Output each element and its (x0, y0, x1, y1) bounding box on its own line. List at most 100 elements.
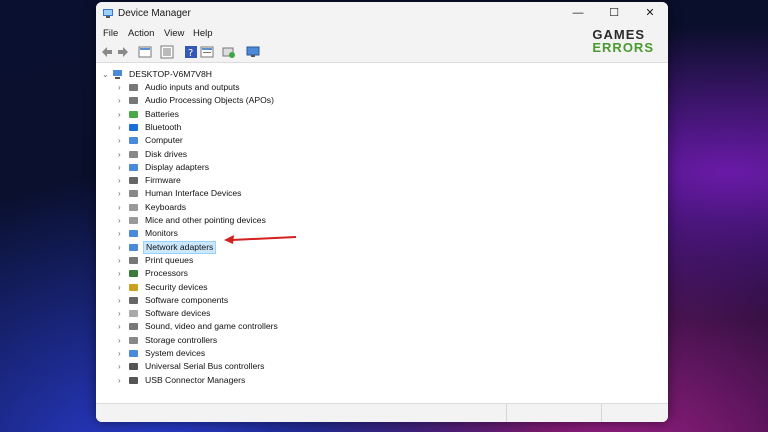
tree-item-label: Human Interface Devices (145, 188, 242, 199)
chevron-right-icon[interactable]: › (118, 360, 126, 373)
logo-line-2: ERRORS (592, 40, 654, 55)
chevron-right-icon[interactable]: › (118, 81, 126, 94)
view-list-icon[interactable] (200, 45, 214, 59)
menu-file[interactable]: File (103, 28, 118, 39)
hid-icon (129, 190, 138, 198)
chevron-right-icon[interactable]: › (118, 187, 126, 200)
chevron-right-icon[interactable]: › (118, 174, 126, 187)
menu-help[interactable]: Help (193, 28, 213, 39)
tree-item-label: Batteries (145, 108, 179, 119)
chevron-right-icon[interactable]: › (118, 294, 126, 307)
tree-item-label: Network adapters (143, 240, 217, 254)
tree-item-label: Audio inputs and outputs (145, 82, 240, 92)
tree-item-label: Computer (145, 135, 183, 146)
chevron-right-icon[interactable]: › (118, 347, 126, 360)
chevron-right-icon[interactable]: › (118, 148, 126, 161)
display-icon (129, 163, 138, 171)
storage-icon (129, 336, 138, 344)
chevron-right-icon[interactable]: › (118, 108, 126, 121)
mouse-icon (129, 217, 138, 224)
chevron-right-icon[interactable]: › (118, 214, 126, 227)
view-icon[interactable] (160, 45, 174, 59)
menu-bar: File Action View Help (96, 24, 668, 42)
speaker-icon (129, 97, 138, 105)
tree-item-label: Audio Processing Objects (APOs) (145, 95, 274, 106)
system-icon (129, 350, 138, 357)
computer-icon (129, 137, 138, 145)
tree-item-label: Security devices (145, 281, 208, 292)
tree-item-label: Display adapters (145, 161, 210, 172)
tree-item-label: Software devices (145, 308, 211, 319)
chevron-right-icon[interactable]: › (118, 94, 126, 107)
tree-item-label: Processors (145, 268, 188, 279)
chevron-right-icon[interactable]: › (118, 267, 126, 280)
tree-item-label: Mice and other pointing devices (145, 215, 266, 225)
title-bar[interactable]: Device Manager — ☐ ✕ (96, 2, 668, 24)
chevron-right-icon[interactable]: › (118, 241, 126, 254)
close-button[interactable]: ✕ (632, 2, 668, 24)
chevron-right-icon[interactable]: › (118, 201, 126, 214)
tree-item-label: Storage controllers (145, 334, 218, 345)
tree-item-label: Print queues (145, 254, 194, 265)
chevron-right-icon[interactable]: › (118, 227, 126, 240)
device-manager-window: Device Manager — ☐ ✕ File Action View He… (96, 2, 668, 422)
help-icon[interactable]: ? (184, 45, 198, 59)
tree-item-label: USB Connector Managers (145, 374, 246, 385)
chevron-right-icon[interactable]: › (118, 254, 126, 267)
printer-icon (129, 256, 138, 264)
tree-item-label: Software components (145, 294, 229, 305)
tree-item-label: Universal Serial Bus controllers (145, 361, 265, 372)
disk-icon (129, 150, 138, 158)
tree-item-label: Disk drives (145, 148, 188, 159)
svg-text:?: ? (188, 48, 193, 59)
network-icon (129, 243, 138, 251)
tree-item-label: Monitors (145, 228, 178, 239)
chevron-right-icon[interactable]: › (118, 134, 126, 147)
chevron-right-icon[interactable]: › (118, 320, 126, 333)
bluetooth-icon (129, 123, 138, 131)
status-bar (96, 403, 668, 422)
monitor-icon (129, 230, 138, 238)
key-icon (129, 283, 138, 291)
red-arrow-annotation (224, 235, 297, 244)
games-errors-logo: GAMES ERRORS (592, 28, 654, 54)
update-driver-icon[interactable] (222, 45, 236, 59)
tree-item-label: Firmware (145, 175, 181, 186)
back-arrow-icon[interactable] (100, 45, 114, 59)
menu-view[interactable]: View (164, 28, 184, 39)
window-title: Device Manager (118, 8, 191, 19)
properties-icon[interactable] (138, 45, 152, 59)
keyboard-icon (129, 203, 138, 211)
chevron-right-icon[interactable]: › (118, 307, 126, 320)
scan-hardware-icon[interactable] (246, 45, 260, 59)
device-tree: ⌄ DESKTOP-V6M7V8H › Audio inputs and outp… (96, 63, 668, 403)
chip-icon (129, 177, 138, 185)
tree-item-label: System devices (145, 348, 206, 358)
puzzle-icon (129, 296, 138, 304)
chevron-right-icon[interactable]: › (118, 161, 126, 174)
forward-arrow-icon[interactable] (116, 45, 130, 59)
tree-root-label: DESKTOP-V6M7V8H (129, 69, 212, 79)
processor-icon (129, 270, 138, 278)
battery-icon (129, 110, 138, 118)
status-divider (601, 404, 602, 422)
maximize-button[interactable]: ☐ (596, 2, 632, 24)
chevron-right-icon[interactable]: › (118, 334, 126, 347)
chevron-right-icon[interactable]: › (118, 374, 126, 387)
menu-action[interactable]: Action (128, 28, 154, 39)
usb-icon (129, 376, 138, 384)
status-divider (506, 404, 507, 422)
toolbar: ? (96, 42, 668, 63)
chevron-right-icon[interactable]: › (118, 121, 126, 134)
usb-icon (129, 363, 138, 371)
software-icon (129, 310, 138, 318)
chevron-right-icon[interactable]: › (118, 281, 126, 294)
tree-item-label: Bluetooth (145, 121, 182, 132)
minimize-button[interactable]: — (560, 2, 596, 24)
device-manager-icon (103, 9, 113, 18)
speaker-icon (129, 323, 138, 331)
tree-item-label: Keyboards (145, 201, 187, 212)
chevron-down-icon[interactable]: ⌄ (102, 68, 110, 81)
tree-item-label: Sound, video and game controllers (145, 321, 278, 332)
computer-icon (113, 70, 122, 79)
